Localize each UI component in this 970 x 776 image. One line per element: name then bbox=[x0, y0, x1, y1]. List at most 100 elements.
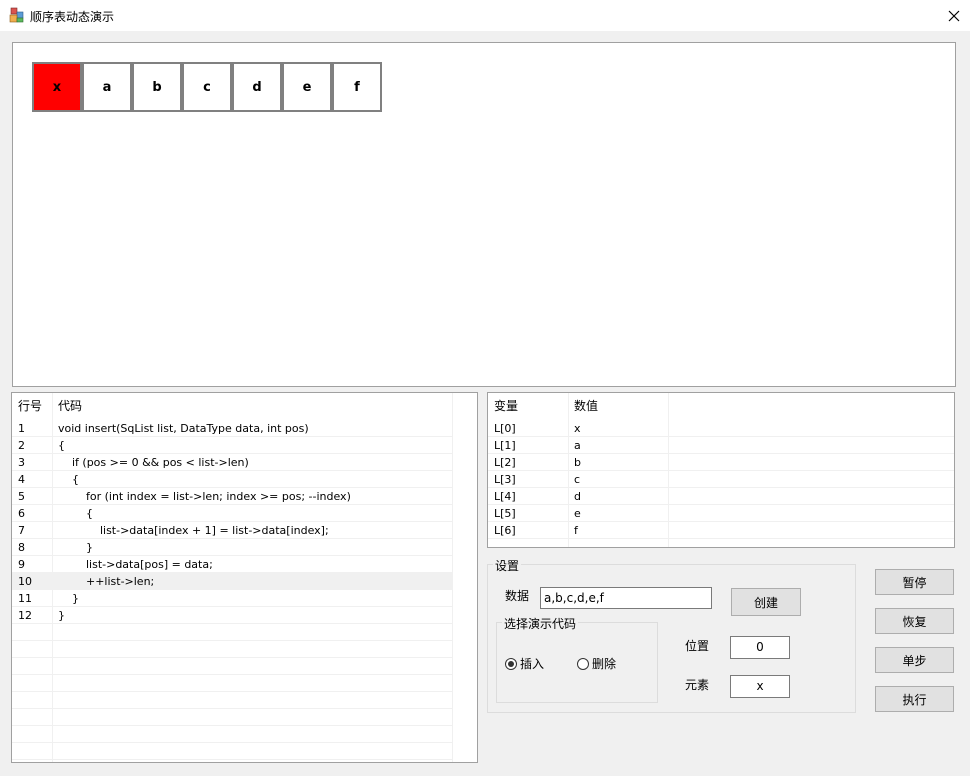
code-row[interactable] bbox=[12, 675, 452, 692]
code-text: void insert(SqList list, DataType data, … bbox=[58, 422, 309, 435]
line-number: 10 bbox=[18, 575, 32, 588]
code-row[interactable]: 1 void insert(SqList list, DataType data,… bbox=[12, 420, 452, 437]
close-button[interactable] bbox=[938, 0, 970, 31]
radio-checked-icon bbox=[505, 657, 517, 670]
code-row[interactable] bbox=[12, 658, 452, 675]
code-row[interactable] bbox=[12, 709, 452, 726]
code-text: { bbox=[58, 473, 79, 486]
variable-value: e bbox=[574, 507, 581, 520]
array-cell: c bbox=[182, 62, 232, 112]
code-text: } bbox=[58, 592, 79, 605]
array-cell: e bbox=[282, 62, 332, 112]
variable-name: L[2] bbox=[494, 456, 516, 469]
line-number: 6 bbox=[18, 507, 25, 520]
line-number: 4 bbox=[18, 473, 25, 486]
variable-row[interactable]: L[5] e bbox=[488, 505, 954, 522]
variable-name: L[4] bbox=[494, 490, 516, 503]
array-canvas: xabcdef bbox=[12, 42, 956, 387]
data-input[interactable]: a,b,c,d,e,f bbox=[540, 587, 712, 609]
line-number: 11 bbox=[18, 592, 32, 605]
code-text: for (int index = list->len; index >= pos… bbox=[58, 490, 351, 503]
variable-name: L[0] bbox=[494, 422, 516, 435]
variables-listview[interactable]: 变量 数值 L[0] x L[1] a L[2] b L[3] c L[4] d L[5] e L[6]… bbox=[487, 392, 955, 548]
step-button[interactable]: 单步 bbox=[875, 647, 954, 673]
variable-name: L[1] bbox=[494, 439, 516, 452]
code-text: ++list->len; bbox=[58, 575, 155, 588]
close-icon bbox=[948, 10, 960, 21]
line-number: 2 bbox=[18, 439, 25, 452]
variable-row[interactable]: L[3] c bbox=[488, 471, 954, 488]
code-text: list->data[pos] = data; bbox=[58, 558, 213, 571]
element-label: 元素 bbox=[685, 678, 710, 692]
code-row[interactable] bbox=[12, 692, 452, 709]
data-label: 数据 bbox=[505, 589, 530, 603]
variable-row[interactable]: L[0] x bbox=[488, 420, 954, 437]
insert-radio-label: 插入 bbox=[520, 657, 545, 671]
code-row[interactable]: 12} bbox=[12, 607, 452, 624]
variable-value: f bbox=[574, 524, 578, 537]
variable-row[interactable]: L[6] f bbox=[488, 522, 954, 539]
code-row[interactable]: 4 { bbox=[12, 471, 452, 488]
variable-row[interactable]: L[1] a bbox=[488, 437, 954, 454]
run-button[interactable]: 执行 bbox=[875, 686, 954, 712]
column-header-line[interactable]: 行号 bbox=[12, 393, 52, 420]
code-row[interactable] bbox=[12, 624, 452, 641]
array-cell: b bbox=[132, 62, 182, 112]
variable-value: a bbox=[574, 439, 581, 452]
code-row[interactable]: 2{ bbox=[12, 437, 452, 454]
delete-radio-label: 删除 bbox=[592, 657, 617, 671]
variable-name: L[3] bbox=[494, 473, 516, 486]
code-row[interactable]: 5 for (int index = list->len; index >= p… bbox=[12, 488, 452, 505]
line-number: 8 bbox=[18, 541, 25, 554]
code-text: } bbox=[58, 541, 93, 554]
array-cell: a bbox=[82, 62, 132, 112]
line-number: 3 bbox=[18, 456, 25, 469]
window-title: 顺序表动态演示 bbox=[30, 10, 115, 24]
code-text: list->data[index + 1] = list->data[index… bbox=[58, 524, 329, 537]
column-divider bbox=[452, 393, 453, 762]
variable-name: L[5] bbox=[494, 507, 516, 520]
code-row[interactable]: 3 if (pos >= 0 && pos < list->len) bbox=[12, 454, 452, 471]
column-header-variable[interactable]: 变量 bbox=[488, 393, 568, 420]
app-icon bbox=[9, 7, 25, 23]
demo-code-title: 选择演示代码 bbox=[502, 615, 579, 632]
variable-value: x bbox=[574, 422, 581, 435]
settings-title: 设置 bbox=[493, 557, 522, 574]
radio-unchecked-icon bbox=[577, 657, 589, 670]
title-bar: 顺序表动态演示 bbox=[0, 0, 970, 31]
variable-value: c bbox=[574, 473, 581, 486]
variable-value: b bbox=[574, 456, 581, 469]
code-text: if (pos >= 0 && pos < list->len) bbox=[58, 456, 249, 469]
variable-row[interactable]: L[4] d bbox=[488, 488, 954, 505]
column-header-value[interactable]: 数值 bbox=[568, 393, 668, 420]
pause-button[interactable]: 暂停 bbox=[875, 569, 954, 595]
code-row[interactable]: 10 ++list->len; bbox=[12, 573, 452, 590]
array-cell: x bbox=[32, 62, 82, 112]
column-header-code[interactable]: 代码 bbox=[52, 393, 452, 420]
code-row[interactable] bbox=[12, 726, 452, 743]
code-row[interactable]: 6 { bbox=[12, 505, 452, 522]
code-text: { bbox=[58, 507, 93, 520]
variable-value: d bbox=[574, 490, 581, 503]
resume-button[interactable]: 恢复 bbox=[875, 608, 954, 634]
element-input[interactable]: x bbox=[730, 675, 790, 698]
delete-radio[interactable]: 删除 bbox=[577, 655, 616, 672]
code-row[interactable] bbox=[12, 743, 452, 760]
code-row[interactable] bbox=[12, 641, 452, 658]
code-row[interactable]: 11 } bbox=[12, 590, 452, 607]
array-cell: d bbox=[232, 62, 282, 112]
line-number: 1 bbox=[18, 422, 25, 435]
code-row[interactable]: 7 list->data[index + 1] = list->data[ind… bbox=[12, 522, 452, 539]
insert-radio[interactable]: 插入 bbox=[505, 655, 544, 672]
create-button[interactable]: 创建 bbox=[731, 588, 801, 616]
position-input[interactable]: 0 bbox=[730, 636, 790, 659]
line-number: 9 bbox=[18, 558, 25, 571]
code-row[interactable]: 9 list->data[pos] = data; bbox=[12, 556, 452, 573]
variable-row[interactable]: L[2] b bbox=[488, 454, 954, 471]
array-cell: f bbox=[332, 62, 382, 112]
code-row[interactable]: 8 } bbox=[12, 539, 452, 556]
line-number: 5 bbox=[18, 490, 25, 503]
line-number: 7 bbox=[18, 524, 25, 537]
code-list-header: 行号 代码 bbox=[12, 393, 477, 420]
code-listview[interactable]: 行号 代码 1 void insert(SqList list, DataType… bbox=[11, 392, 478, 763]
